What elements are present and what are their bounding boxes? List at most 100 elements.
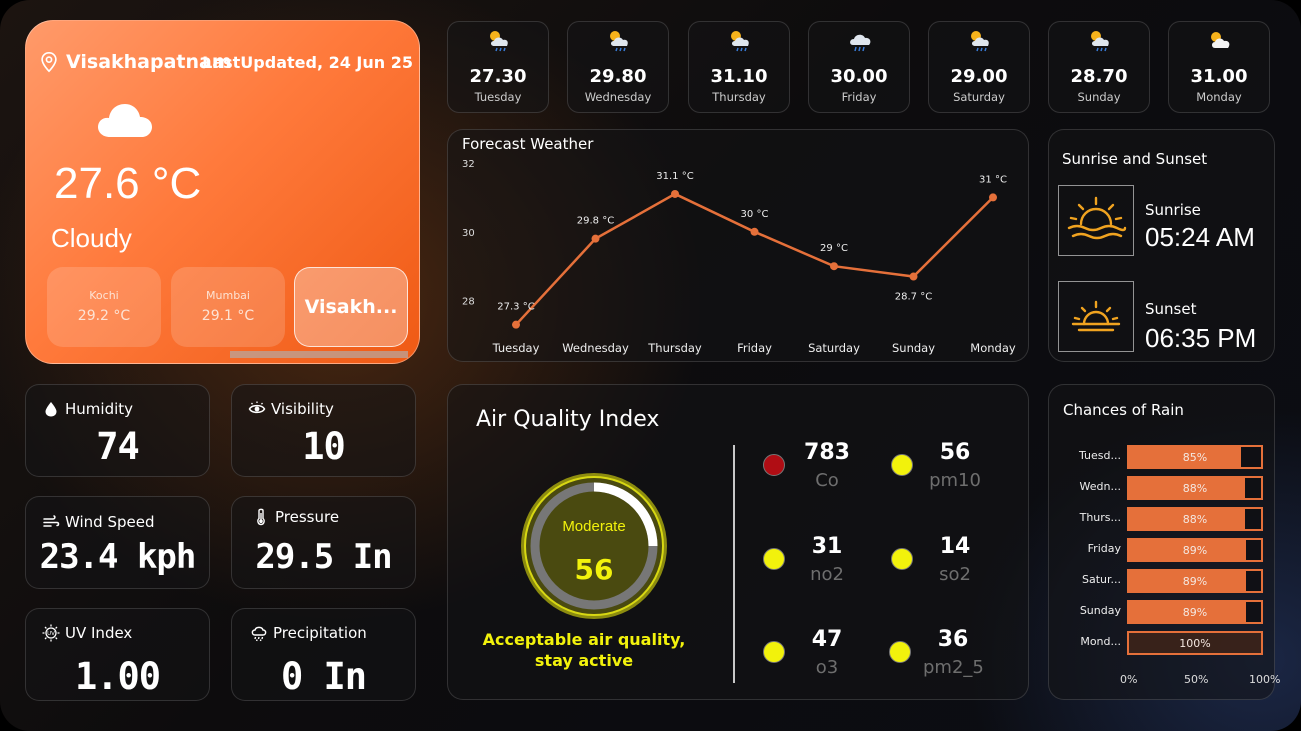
rain-bar-track: 88% [1127, 507, 1263, 531]
location-pin-icon [41, 52, 57, 73]
pressure-card: Pressure 29.5 In [231, 496, 416, 589]
x-tick-label: Friday [737, 341, 772, 355]
forecast-point [909, 272, 918, 281]
rain-bar-row: Tuesd... 85% [1049, 445, 1276, 469]
city-tile-visakhapatnam[interactable]: Visakh... [294, 267, 408, 347]
rain-bar-track: 85% [1127, 445, 1263, 469]
day-tile-tuesday[interactable]: 27.30 Tuesday [447, 21, 549, 113]
rain-day-label: Mond... [1080, 635, 1121, 648]
day-tile-sunday[interactable]: 28.70 Sunday [1048, 21, 1150, 113]
current-weather-card: Visakhapatnam LastUpdated, 24 Jun 25 27.… [25, 20, 420, 364]
rain-bar-track: 88% [1127, 476, 1263, 500]
precipitation-label-row: Precipitation [250, 624, 367, 642]
chances-of-rain-card: Chances of Rain Tuesd... 85% Wedn... 88% Thu… [1048, 384, 1280, 700]
rain-bar-value: 100% [1179, 637, 1211, 650]
pollutant-no2: 31 no2 [763, 534, 883, 594]
cloud-icon [98, 104, 152, 137]
pollutant-value: 31 [811, 534, 843, 559]
thermometer-icon [257, 508, 265, 526]
sun-cloud-rain-icon [1091, 31, 1109, 52]
rain-day-label: Thurs... [1079, 511, 1121, 524]
forecast-point [512, 320, 520, 329]
x-tick-label: Sunday [892, 341, 935, 355]
rain-bar-track: 89% [1127, 600, 1263, 624]
rain-day-label: Satur... [1081, 573, 1121, 586]
city-scrollbar[interactable] [230, 351, 408, 358]
sun-cloud-rain-icon [731, 31, 749, 52]
rain-axis-tick: 100% [1249, 673, 1281, 686]
city-name: Visakh... [304, 296, 398, 318]
y-tick-label: 28 [462, 297, 475, 308]
pollutant-pm2-5: 36 pm2_5 [889, 627, 1009, 687]
aqi-status: Moderate [562, 518, 625, 535]
cloud-rain-icon [251, 626, 267, 642]
sun-cloud-icon [1211, 32, 1230, 48]
rain-bar-value: 88% [1182, 513, 1208, 526]
rain-bar-track: 89% [1127, 569, 1263, 593]
x-tick-label: Monday [970, 341, 1016, 355]
day-tile-friday[interactable]: 30.00 Friday [808, 21, 910, 113]
pollutant-co: 783 Co [763, 440, 883, 500]
aqi-gauge-face [524, 476, 664, 616]
x-tick-label: Saturday [808, 341, 860, 355]
day-name: Thursday [712, 90, 766, 104]
uv-index-card: UV UV Index 1.00 [25, 608, 210, 701]
pollutant-name: o3 [815, 657, 839, 678]
sunrise-label: Sunrise [1145, 201, 1201, 219]
pollutant-name: no2 [810, 564, 844, 585]
visibility-value: 10 [302, 425, 346, 468]
sunrise-time: 05:24 AM [1145, 222, 1255, 252]
day-tile-wednesday[interactable]: 29.80 Wednesday [567, 21, 669, 113]
aqi-value: 56 [575, 553, 614, 586]
uv-index-value: 1.00 [74, 655, 161, 698]
precipitation-card: Precipitation 0 In [231, 608, 416, 701]
rain-bar-value: 88% [1182, 482, 1208, 495]
x-tick-label: Tuesday [492, 341, 540, 355]
aqi-divider [733, 445, 735, 683]
pressure-label-row: Pressure [252, 508, 339, 526]
forecast-data-label: 27.3 °C [497, 302, 534, 313]
aqi-gauge: Moderate 56 [521, 473, 667, 619]
forecast-data-label: 29 °C [820, 243, 848, 254]
city-tile-mumbai[interactable]: Mumbai 29.1 °C [171, 267, 285, 347]
rain-bar-track: 89% [1127, 538, 1263, 562]
rain-bar-row: Satur... 89% [1049, 569, 1276, 593]
day-temperature: 31.00 [1190, 66, 1248, 87]
current-condition: Cloudy [51, 223, 132, 253]
forecast-data-label: 31 °C [979, 174, 1007, 185]
pollutant-pm10: 56 pm10 [891, 440, 1011, 500]
day-tile-thursday[interactable]: 31.10 Thursday [688, 21, 790, 113]
rain-bar-row: Friday 89% [1049, 538, 1276, 562]
pollutant-dot [891, 548, 913, 570]
aqi-note: Acceptable air quality, stay active [482, 630, 686, 670]
forecast-data-label: 31.1 °C [656, 171, 693, 182]
rain-day-label: Tuesd... [1079, 449, 1121, 462]
day-name: Tuesday [474, 90, 522, 104]
sunrise-sunset-card: Sunrise and Sunset Sunrise 05:24 AM Suns… [1048, 129, 1275, 362]
humidity-label-row: Humidity [42, 400, 133, 418]
forecast-data-label: 30 °C [741, 209, 769, 220]
eye-icon [248, 401, 266, 414]
day-name: Friday [841, 90, 877, 104]
svg-text:UV: UV [47, 631, 55, 637]
day-tile-monday[interactable]: 31.00 Monday [1168, 21, 1270, 113]
x-tick-label: Wednesday [562, 341, 629, 355]
rain-bar-value: 85% [1182, 451, 1208, 464]
uv-label-row: UV UV Index [42, 624, 132, 642]
forecast-data-label: 28.7 °C [895, 292, 932, 303]
rain-bar-value: 89% [1182, 606, 1208, 619]
city-tile-kochi[interactable]: Kochi 29.2 °C [47, 267, 161, 347]
day-temperature: 29.80 [589, 66, 647, 87]
rain-bar-track: 100% [1127, 631, 1263, 655]
city-temperature: 29.2 °C [77, 308, 131, 324]
wind-speed-card: Wind Speed 23.4 kph [25, 496, 210, 589]
aqi-title: Air Quality Index [476, 407, 660, 432]
pollutant-name: so2 [939, 564, 971, 585]
day-name: Monday [1196, 90, 1242, 104]
y-tick-label: 30 [462, 228, 475, 239]
humidity-card: Humidity 74 [25, 384, 210, 477]
forecast-chart-card: Forecast Weather 28 30 32 27.3 °C Tuesday 29.… [447, 129, 1029, 362]
pollutant-name: pm10 [929, 470, 981, 491]
day-tile-saturday[interactable]: 29.00 Saturday [928, 21, 1030, 113]
rain-bar-row: Sunday 89% [1049, 600, 1276, 624]
